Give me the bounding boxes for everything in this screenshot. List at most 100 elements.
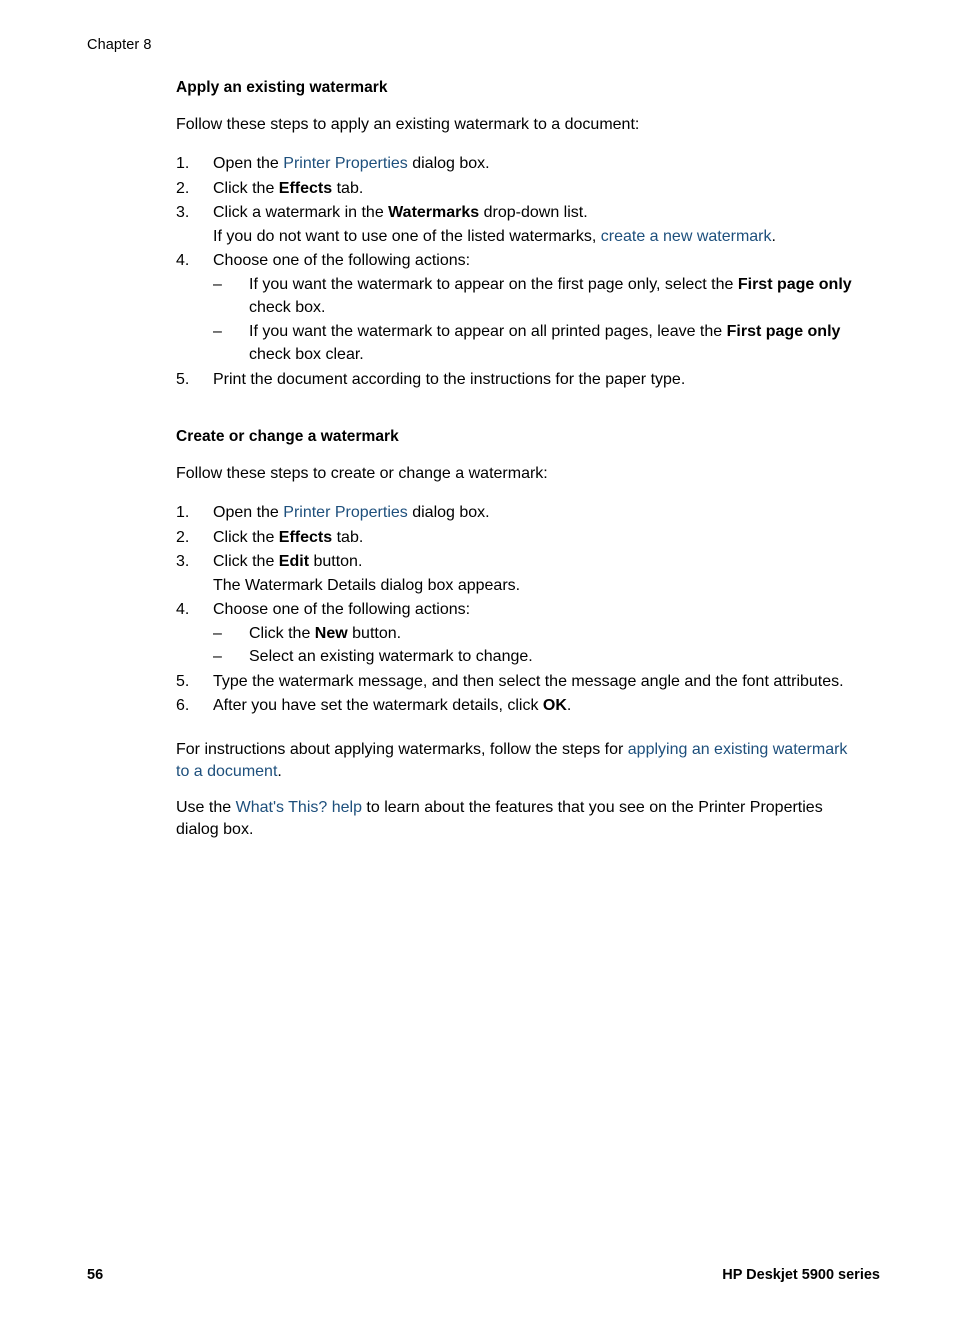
step-text: Open the Printer Properties dialog box. bbox=[213, 152, 857, 176]
step-text: Click the Effects tab. bbox=[213, 177, 857, 201]
emphasis-ok-button: OK bbox=[542, 697, 567, 714]
step-text: Print the document according to the inst… bbox=[213, 370, 686, 388]
step-text-post: dialog box. bbox=[407, 155, 490, 172]
list-item: 4. Choose one of the following actions: … bbox=[176, 249, 857, 367]
emphasis-first-page-only: First page only bbox=[726, 322, 841, 340]
list-item: 5. Print the document according to the i… bbox=[176, 368, 857, 392]
step-subtext: If you do not want to use one of the lis… bbox=[213, 225, 857, 249]
footer-page-number: 56 bbox=[87, 1267, 104, 1283]
step-text-pre: Click a watermark in the bbox=[213, 204, 389, 221]
step-number: 6. bbox=[176, 697, 190, 714]
bullet-text: Click the New button. bbox=[249, 625, 401, 642]
step-text-pre: Open the bbox=[213, 155, 284, 172]
list-item: 5. Type the watermark message, and then … bbox=[176, 670, 857, 694]
section-intro-apply: Follow these steps to apply an existing … bbox=[176, 116, 640, 133]
list-item: 1. Open the Printer Properties dialog bo… bbox=[176, 501, 857, 525]
dash-bullet-icon: – bbox=[213, 648, 222, 665]
page-content: Apply an existing watermark Follow these… bbox=[176, 78, 857, 857]
dash-bullet-icon: – bbox=[213, 322, 222, 340]
list-item: – Click the New button. bbox=[213, 622, 857, 646]
page-footer: 56 HP Deskjet 5900 series bbox=[87, 1266, 880, 1284]
step-text-pre: Click the bbox=[213, 553, 279, 570]
bullet-text: If you want the watermark to appear on t… bbox=[249, 276, 852, 317]
step-text-pre: Open the bbox=[213, 504, 284, 521]
list-item: 2. Click the Effects tab. bbox=[176, 177, 857, 201]
footer-product-name: HP Deskjet 5900 series bbox=[722, 1267, 880, 1283]
emphasis-first-page-only: First page only bbox=[737, 275, 852, 293]
step-number: 3. bbox=[176, 204, 190, 221]
section-heading-create-or-change-watermark: Create or change a watermark bbox=[176, 428, 399, 445]
section-heading-apply-existing-watermark: Apply an existing watermark bbox=[176, 79, 388, 96]
list-item: 4. Choose one of the following actions: … bbox=[176, 598, 857, 669]
link-whats-this-help[interactable]: What's This? help bbox=[236, 799, 362, 816]
list-item: 6. After you have set the watermark deta… bbox=[176, 694, 857, 718]
step-text-pre: After you have set the watermark details… bbox=[213, 697, 543, 714]
list-item: – If you want the watermark to appear on… bbox=[213, 273, 857, 320]
step-text-post: tab. bbox=[332, 179, 364, 197]
link-printer-properties[interactable]: Printer Properties bbox=[283, 155, 408, 172]
step-number: 5. bbox=[176, 672, 190, 690]
step-text: Open the Printer Properties dialog box. bbox=[213, 501, 857, 525]
closing-paragraph-whats-this-help: Use the What's This? help to learn about… bbox=[176, 797, 857, 841]
step-number: 2. bbox=[176, 179, 190, 197]
closing-text-pre: For instructions about applying watermar… bbox=[176, 740, 628, 758]
step-text: Choose one of the following actions: bbox=[213, 252, 471, 269]
step-text-post: dialog box. bbox=[407, 504, 490, 521]
step-text-pre: Click the bbox=[213, 528, 279, 546]
step-text: Click the Effects tab. bbox=[213, 526, 857, 550]
emphasis-effects-tab: Effects bbox=[278, 179, 333, 197]
step-text: Choose one of the following actions: bbox=[213, 601, 471, 618]
steps-list-create: 1. Open the Printer Properties dialog bo… bbox=[176, 501, 857, 718]
step-number: 4. bbox=[176, 601, 190, 618]
step-number: 1. bbox=[176, 504, 190, 521]
document-page: Chapter 8 Apply an existing watermark Fo… bbox=[0, 0, 954, 1321]
link-printer-properties[interactable]: Printer Properties bbox=[283, 504, 408, 521]
steps-list-apply: 1. Open the Printer Properties dialog bo… bbox=[176, 152, 857, 391]
section-intro-create: Follow these steps to create or change a… bbox=[176, 465, 548, 482]
bullet-text-post: check box clear. bbox=[249, 346, 364, 363]
bullet-text-pre: If you want the watermark to appear on a… bbox=[249, 322, 727, 340]
list-item: 3. Click a watermark in the Watermarks d… bbox=[176, 201, 857, 248]
emphasis-effects-tab: Effects bbox=[278, 528, 333, 546]
closing-text-post: . bbox=[277, 762, 282, 780]
link-create-a-new-watermark[interactable]: create a new watermark bbox=[601, 228, 772, 245]
step-subtext-post: . bbox=[771, 227, 776, 245]
step-number: 2. bbox=[176, 528, 190, 546]
step-text-post: tab. bbox=[332, 528, 364, 546]
emphasis-new-button: New bbox=[314, 624, 348, 642]
step-text: Type the watermark message, and then sel… bbox=[213, 672, 844, 690]
emphasis-edit-button: Edit bbox=[278, 553, 310, 570]
step-text-pre: Click the bbox=[213, 179, 279, 197]
step-number: 3. bbox=[176, 553, 190, 570]
step-number: 4. bbox=[176, 252, 190, 269]
step-subtext-pre: If you do not want to use one of the lis… bbox=[213, 227, 601, 245]
emphasis-watermarks: Watermarks bbox=[388, 204, 480, 221]
step-text: Click a watermark in the Watermarks drop… bbox=[213, 201, 857, 225]
step-text-post: . bbox=[566, 697, 572, 714]
step-text-post: drop-down list. bbox=[479, 204, 588, 221]
bullet-text-pre: If you want the watermark to appear on t… bbox=[249, 275, 738, 293]
bullet-text: If you want the watermark to appear on a… bbox=[249, 323, 840, 364]
list-item: – If you want the watermark to appear on… bbox=[213, 320, 857, 367]
dash-bullet-icon: – bbox=[213, 624, 222, 642]
bullet-text-post: check box. bbox=[249, 299, 326, 316]
bullet-text-post: button. bbox=[347, 624, 402, 642]
list-item: 1. Open the Printer Properties dialog bo… bbox=[176, 152, 857, 176]
closing-paragraph-applying-watermarks: For instructions about applying watermar… bbox=[176, 739, 857, 783]
bullet-text: Select an existing watermark to change. bbox=[249, 648, 533, 665]
sub-bullet-list: – If you want the watermark to appear on… bbox=[213, 273, 857, 367]
step-subtext: The Watermark Details dialog box appears… bbox=[213, 576, 521, 594]
step-text: After you have set the watermark details… bbox=[213, 694, 857, 718]
step-text-post: button. bbox=[309, 553, 363, 570]
running-header-chapter: Chapter 8 bbox=[87, 37, 152, 53]
sub-bullet-list: – Click the New button. – Select an exis… bbox=[213, 622, 857, 669]
step-number: 5. bbox=[176, 370, 190, 388]
list-item: 2. Click the Effects tab. bbox=[176, 526, 857, 550]
bullet-text-pre: Click the bbox=[249, 624, 315, 642]
dash-bullet-icon: – bbox=[213, 275, 222, 293]
step-text: Click the Edit button. bbox=[213, 550, 857, 574]
list-item: 3. Click the Edit button. The Watermark … bbox=[176, 550, 857, 597]
closing-text-pre: Use the bbox=[176, 798, 236, 816]
list-item: – Select an existing watermark to change… bbox=[213, 645, 857, 669]
